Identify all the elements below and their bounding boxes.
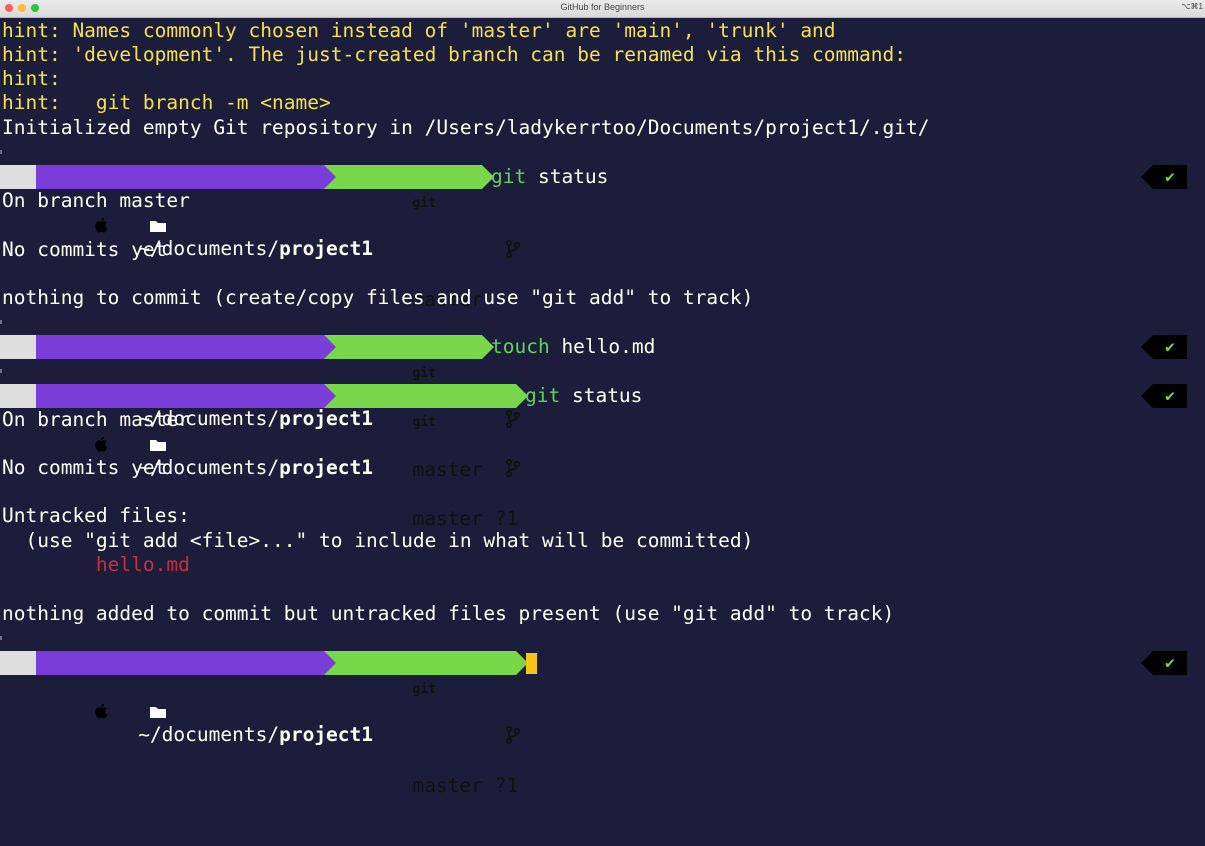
window-shortcut: ⌥⌘1	[1181, 2, 1203, 11]
output-line: On branch master	[2, 408, 190, 431]
command-args: status	[560, 384, 643, 407]
branch-icon	[412, 216, 521, 288]
window-title: GitHub for Beginners	[560, 2, 645, 12]
command-args: status	[526, 165, 609, 188]
output-line: No commits yet	[2, 456, 167, 479]
checkmark-icon: ✔	[1165, 653, 1175, 672]
command-name: git	[525, 384, 561, 407]
git-segment: git master	[324, 165, 521, 311]
status-ok-badge: ✔	[1141, 384, 1187, 408]
shell-prompt: ~/documents/project1 git master ?1 git s…	[0, 384, 1205, 530]
hint-line: hint: Names commonly chosen instead of '…	[2, 19, 836, 42]
output-line: (use "git add <file>..." to include in w…	[2, 529, 754, 552]
output-line: On branch master	[2, 189, 190, 212]
git-logo: git	[412, 196, 436, 211]
status-ok-badge: ✔	[1141, 335, 1187, 359]
directory-segment: ~/documents/project1	[36, 165, 373, 260]
directory-segment: ~/documents/project1	[36, 384, 373, 479]
directory-path: ~/documents/	[138, 723, 280, 746]
apple-segment	[0, 335, 108, 403]
command-name: touch	[491, 335, 550, 358]
output-line: Untracked files:	[2, 504, 190, 527]
branch-icon	[412, 435, 521, 507]
checkmark-icon: ✔	[1165, 386, 1175, 405]
status-ok-badge: ✔	[1141, 651, 1187, 675]
apple-segment	[0, 165, 108, 233]
apple-segment	[0, 651, 108, 719]
git-logo: git	[412, 366, 436, 381]
hint-line: hint:	[2, 67, 61, 90]
prompt-marker	[0, 369, 2, 373]
checkmark-icon: ✔	[1165, 167, 1175, 186]
checkmark-icon: ✔	[1165, 337, 1175, 356]
apple-segment	[0, 384, 108, 452]
output-line: nothing added to commit but untracked fi…	[2, 602, 895, 625]
command-args: hello.md	[549, 335, 656, 358]
status-ok-badge: ✔	[1141, 165, 1187, 189]
hint-line: hint: git branch -m <name>	[2, 91, 331, 114]
shell-prompt: ~/documents/project1 git master git stat…	[0, 165, 1205, 311]
output-line: No commits yet	[2, 238, 167, 261]
text-cursor[interactable]	[526, 653, 537, 674]
directory-name: project1	[279, 723, 374, 746]
branch-name: master ?1	[412, 774, 519, 797]
prompt-marker	[0, 320, 2, 324]
git-segment: git master ?1	[324, 384, 528, 530]
shell-prompt: ~/documents/project1 git master touch he…	[0, 335, 1205, 481]
untracked-file: hello.md	[2, 553, 190, 576]
command-text: touch hello.md	[491, 335, 655, 359]
output-line: nothing to commit (create/copy files and…	[2, 286, 754, 309]
shell-prompt[interactable]: ~/documents/project1 git master ?1 ✔	[0, 651, 1205, 797]
terminal-view[interactable]: hint: Names commonly chosen instead of '…	[0, 18, 1205, 797]
directory-segment: ~/documents/project1	[36, 651, 373, 746]
command-text: git status	[491, 165, 608, 189]
command-name: git	[491, 165, 527, 188]
init-output-line: Initialized empty Git repository in /Use…	[2, 116, 930, 139]
branch-icon	[412, 702, 521, 774]
command-text: git status	[525, 384, 642, 408]
window-titlebar: GitHub for Beginners ⌥⌘1	[0, 0, 1205, 18]
git-logo: git	[412, 682, 436, 697]
directory-segment: ~/documents/project1	[36, 335, 373, 430]
prompt-marker	[0, 636, 2, 640]
hint-line: hint: 'development'. The just-created br…	[2, 43, 906, 66]
git-logo: git	[412, 415, 436, 430]
git-segment: git master	[324, 335, 521, 481]
git-segment: git master ?1	[324, 651, 528, 797]
branch-name: master ?1	[412, 507, 519, 530]
prompt-marker	[0, 150, 2, 154]
